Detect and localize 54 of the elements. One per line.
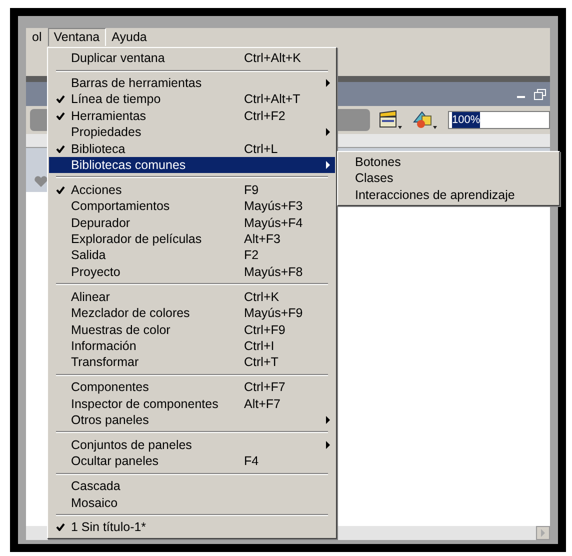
menu-item[interactable]: Comportamientos Mayús+F3 [49,198,335,215]
menu-item[interactable]: Biblioteca Ctrl+L [49,140,335,157]
menu-item[interactable]: Depurador Mayús+F4 [49,214,335,231]
menu-item[interactable]: Ocultar paneles F4 [49,453,335,470]
menu-item[interactable]: Interacciones de aprendizaje [339,186,558,204]
heart-icon [34,176,48,188]
shortcut-text: Alt+F7 [244,396,280,411]
menu-item[interactable]: Bibliotecas comunes [49,156,335,174]
menu-item[interactable]: Otros paneles [49,412,335,428]
menu-item[interactable]: Barras de herramientas [49,74,335,92]
shortcut-text: Ctrl+I [244,338,274,353]
menu-item[interactable]: Muestras de color Ctrl+F9 [49,321,335,338]
shortcut-text: Ctrl+Alt+T [244,92,300,106]
menu-item[interactable]: Herramientas Ctrl+F2 [49,108,335,124]
shortcut-text: Mayús+F3 [244,199,303,214]
menu-item[interactable]: Mezclador de colores Mayús+F9 [49,304,335,322]
menu-item[interactable]: Inspector de componentes Alt+F7 [49,395,335,412]
menu-item[interactable]: Línea de tiempo Ctrl+Alt+T [49,91,335,108]
menu-item[interactable]: Cascada [49,478,335,494]
menu-item[interactable]: Salida F2 [49,247,335,264]
shortcut-text: Ctrl+T [244,355,278,370]
shortcut-text: Ctrl+Alt+K [244,51,301,66]
shortcut-text: Ctrl+F2 [244,108,286,123]
menu-bar-item[interactable]: Ayuda [106,28,153,46]
menu-item[interactable]: Botones [339,154,558,170]
menu-item[interactable]: Alinear Ctrl+K [49,288,335,305]
menu-item[interactable]: Duplicar ventana Ctrl+Alt+K [49,50,335,66]
restore-icon[interactable] [534,88,546,100]
shortcut-text: Ctrl+K [244,290,280,304]
shortcut-text: F9 [244,182,259,197]
shortcut-text: Mayús+F9 [244,306,303,320]
shortcut-text: Alt+F3 [244,232,280,246]
shapes-icon[interactable] [412,110,440,130]
menu-item[interactable]: Información Ctrl+I [49,338,335,354]
shortcut-text: Ctrl+F7 [244,380,286,394]
shortcut-text: F4 [244,454,259,468]
zoom-field[interactable]: 100% [448,111,550,129]
menu-item[interactable]: Proyecto Mayús+F8 [49,264,335,280]
menu-bar-item[interactable]: ol [26,28,48,46]
menu-item[interactable]: Clases [339,170,558,187]
clapperboard-icon[interactable] [378,110,404,130]
menu-item[interactable]: Explorador de películas Alt+F3 [49,230,335,248]
shortcut-text: Mayús+F8 [244,264,303,279]
shortcut-text: Ctrl+F9 [244,322,286,337]
menu-item[interactable]: Conjuntos de paneles [49,436,335,454]
shortcut-text: F2 [244,248,259,262]
menu-item[interactable]: 1 Sin título-1* [49,519,335,536]
menu-item[interactable]: Componentes Ctrl+F7 [49,379,335,396]
shortcut-text: Ctrl+L [244,142,278,156]
shortcut-text: Mayús+F4 [244,216,303,230]
menu-item[interactable]: Acciones F9 [49,182,335,198]
menu-item[interactable]: Transformar Ctrl+T [49,354,335,371]
menu-item[interactable]: Propiedades [49,124,335,140]
menu-item[interactable]: Mosaico [49,494,335,511]
